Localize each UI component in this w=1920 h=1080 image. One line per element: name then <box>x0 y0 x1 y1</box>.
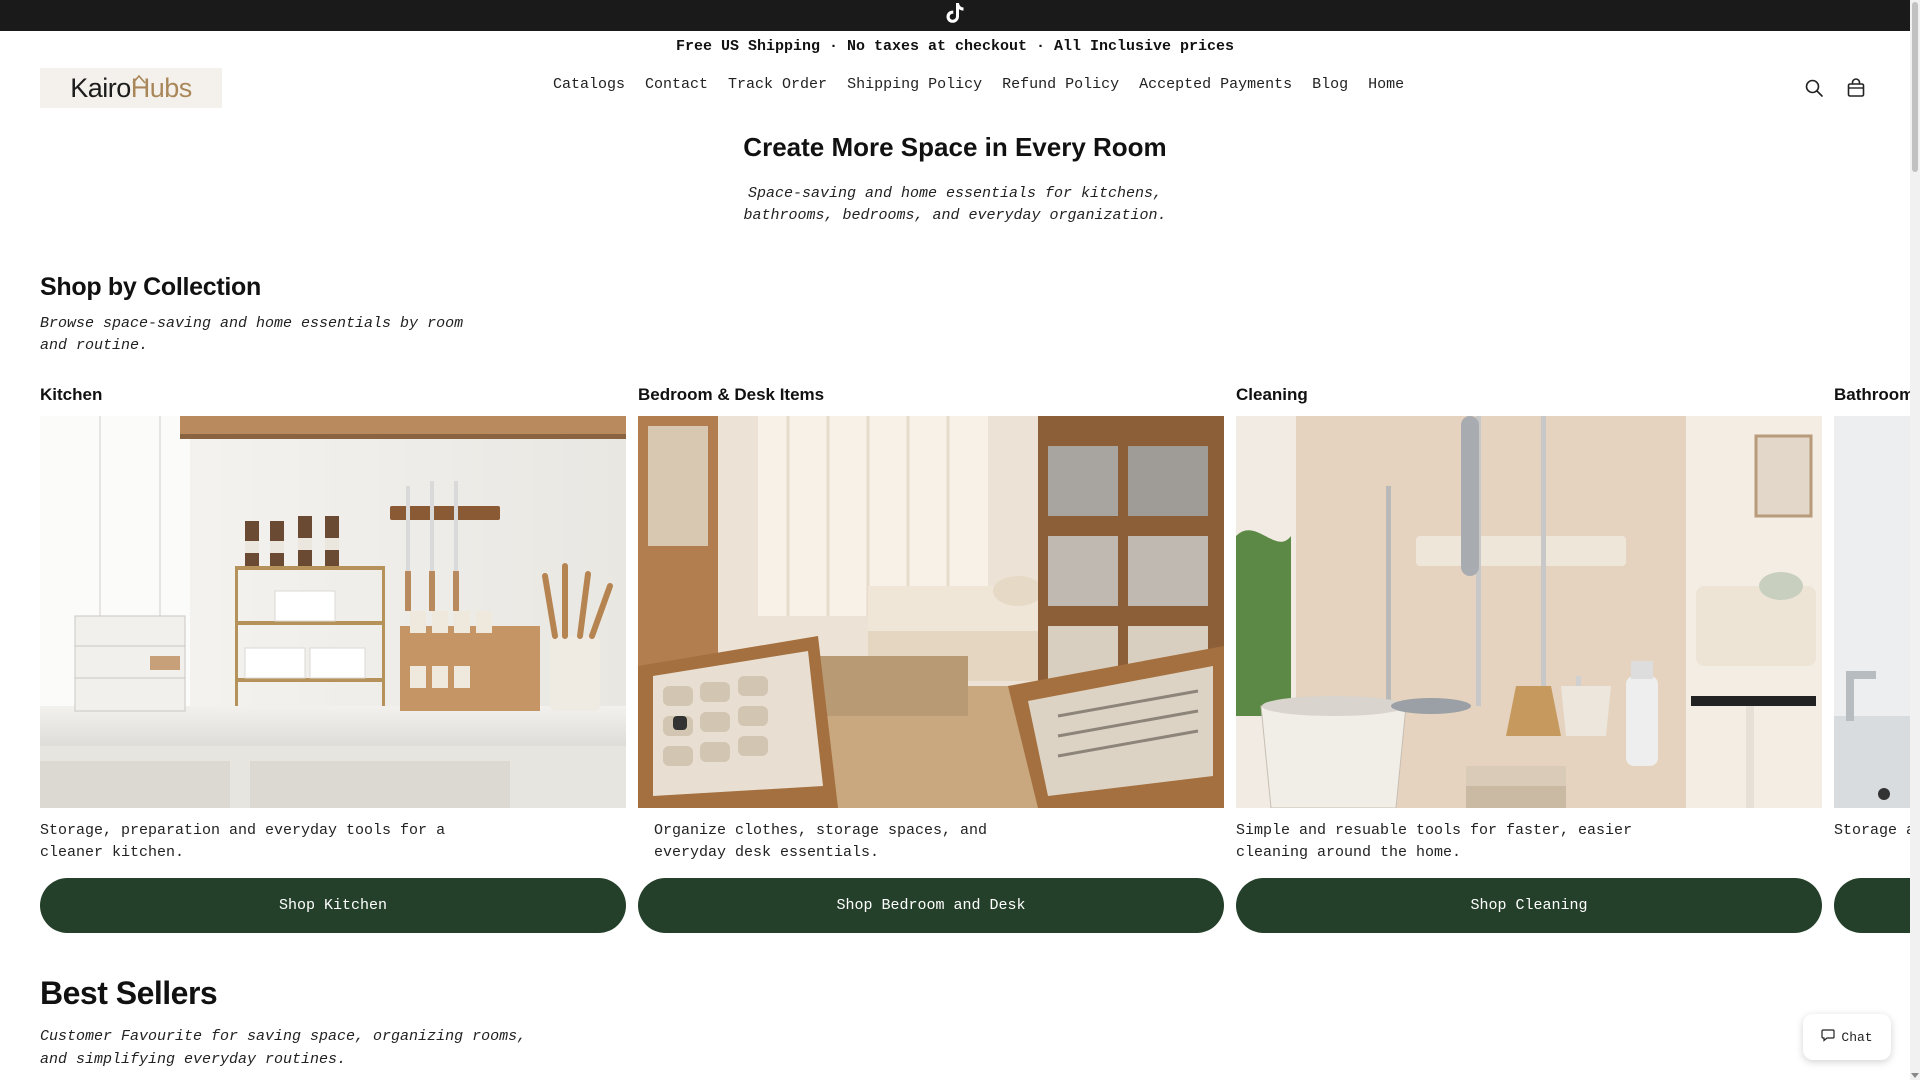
nav-item-track-order[interactable]: Track Order <box>728 76 827 93</box>
collection-card-cleaning[interactable]: Cleaning Simple and resuable tools for f… <box>1236 384 1822 933</box>
main-nav: Catalogs Contact Track Order Shipping Po… <box>553 76 1404 93</box>
card-description: Storage, preparation and everyday tools … <box>40 822 446 861</box>
tiktok-icon[interactable] <box>945 2 965 29</box>
hero-subtitle: Space-saving and home essentials for kit… <box>743 185 1167 224</box>
card-description: Organize clothes, storage spaces, and ev… <box>654 822 988 861</box>
nav-item-shipping-policy[interactable]: Shipping Policy <box>847 76 982 93</box>
bathroom-image[interactable] <box>1834 416 1910 808</box>
chat-label: Chat <box>1841 1029 1873 1045</box>
site-header: KairoHubs Catalogs Contact Track Order S… <box>0 62 1910 110</box>
shop-cleaning-button[interactable]: Shop Cleaning <box>1236 878 1822 933</box>
card-description: Simple and resuable tools for faster, ea… <box>1236 822 1633 861</box>
collections-subtitle: Browse space-saving and home essentials … <box>40 315 464 354</box>
chat-button[interactable]: Chat <box>1803 1014 1891 1060</box>
chat-bubble-icon <box>1821 1028 1835 1046</box>
search-icon[interactable] <box>1803 77 1825 99</box>
shop-bedroom-desk-button[interactable]: Shop Bedroom and Desk <box>638 878 1224 933</box>
card-title: Kitchen <box>40 385 103 404</box>
card-title: Cleaning <box>1236 385 1308 404</box>
collections-carousel[interactable]: Kitchen Storage, preparation and everyda… <box>40 384 1910 934</box>
card-title: Bathroom <box>1834 385 1910 404</box>
shop-bathroom-button[interactable] <box>1834 878 1910 933</box>
announcement-bar: Free US Shipping · No taxes at checkout … <box>675 37 1235 55</box>
card-title: Bedroom & Desk Items <box>638 385 825 404</box>
best-sellers-title: Best Sellers <box>40 975 218 1011</box>
house-roof-icon <box>132 74 146 84</box>
collection-card-bathroom[interactable]: Bathroom Storage a organized <box>1834 384 1910 933</box>
collection-card-kitchen[interactable]: Kitchen Storage, preparation and everyda… <box>40 384 626 933</box>
bedroom-image[interactable] <box>638 416 1224 808</box>
top-bar <box>0 0 1910 31</box>
nav-item-blog[interactable]: Blog <box>1312 76 1348 93</box>
card-description: Storage a organized <box>1834 822 1910 839</box>
collection-card-bedroom-desk[interactable]: Bedroom & Desk Items Organize clothes, s… <box>638 384 1224 933</box>
nav-item-catalogs[interactable]: Catalogs <box>553 76 625 93</box>
hero-title: Create More Space in Every Room <box>743 132 1167 162</box>
nav-item-home[interactable]: Home <box>1368 76 1404 93</box>
kitchen-image[interactable] <box>40 416 626 808</box>
page-scrollbar[interactable] <box>1910 0 1920 1080</box>
shop-kitchen-button[interactable]: Shop Kitchen <box>40 878 626 933</box>
nav-item-refund-policy[interactable]: Refund Policy <box>1002 76 1119 93</box>
nav-item-accepted-payments[interactable]: Accepted Payments <box>1139 76 1292 93</box>
best-sellers-subtitle: Customer Favourite for saving space, org… <box>40 1028 527 1068</box>
logo-text-kairo: Kairo <box>70 72 131 103</box>
collections-title: Shop by Collection <box>40 273 261 301</box>
bag-icon[interactable] <box>1845 77 1867 99</box>
scroll-down-arrow[interactable] <box>1911 1073 1919 1078</box>
scrollbar-thumb[interactable] <box>1912 2 1918 172</box>
nav-item-contact[interactable]: Contact <box>645 76 708 93</box>
cleaning-image[interactable] <box>1236 416 1822 808</box>
logo[interactable]: KairoHubs <box>40 68 222 108</box>
